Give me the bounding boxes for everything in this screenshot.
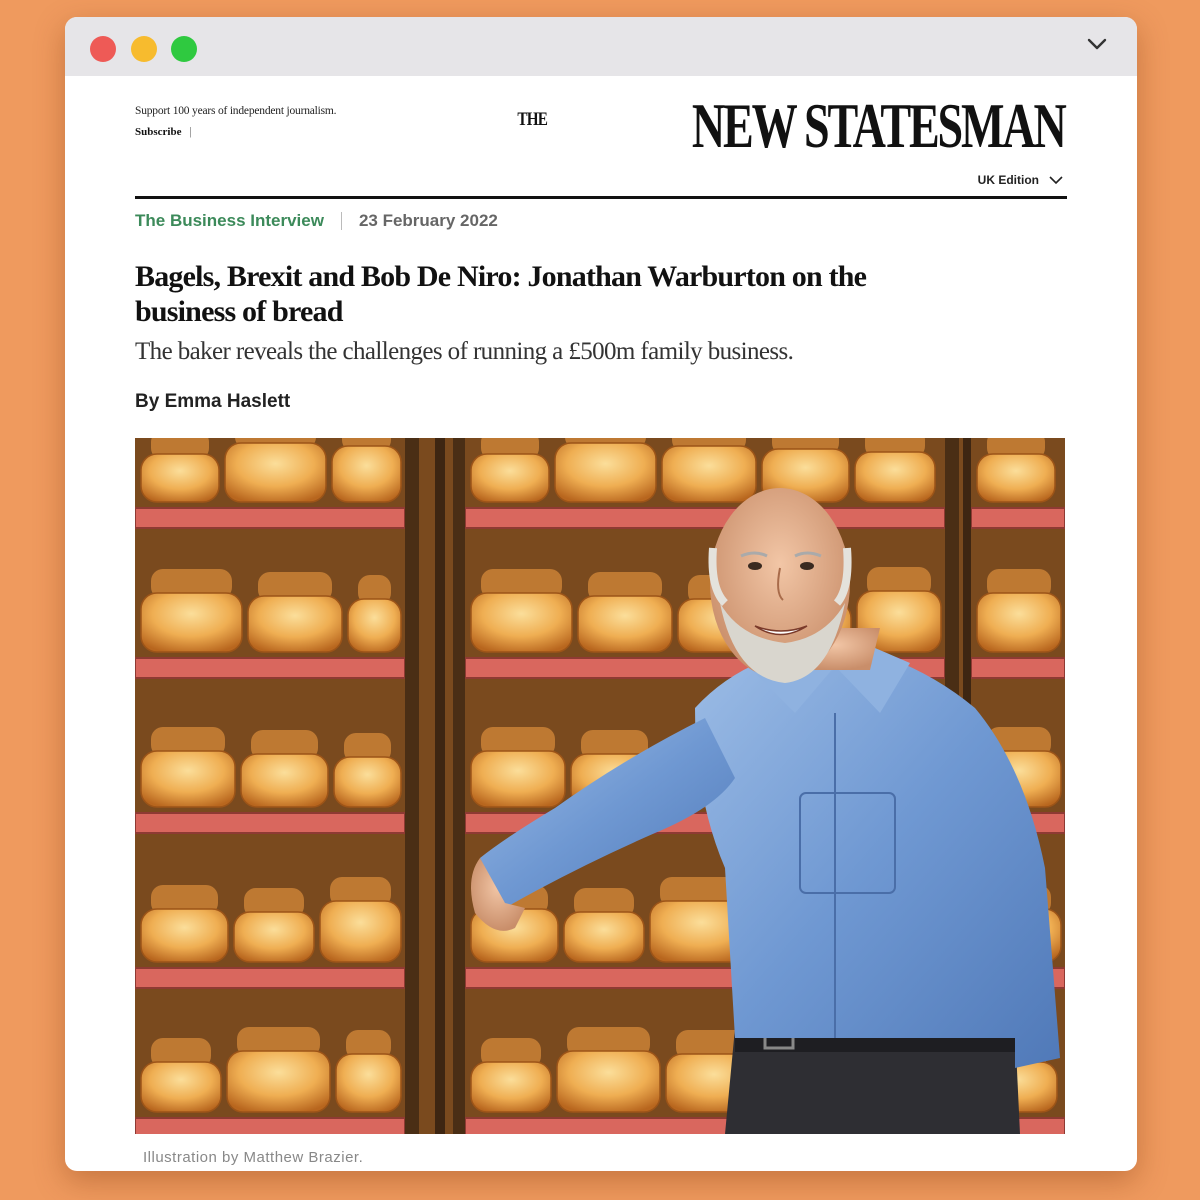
site-logo[interactable]: THE NEW STATESMAN <box>510 90 1067 161</box>
bread-loaf <box>240 753 329 808</box>
bread-loaf <box>976 592 1062 653</box>
bread-shelf <box>135 657 406 679</box>
bread-loaf <box>140 453 220 503</box>
bread-loaf <box>470 750 566 808</box>
edition-selector[interactable]: UK Edition <box>978 173 1063 187</box>
browser-window: Support 100 years of independent journal… <box>65 17 1137 1171</box>
bakery-illustration <box>135 438 1065 1134</box>
chevron-down-icon[interactable] <box>1087 36 1107 52</box>
bread-loaf <box>577 595 673 653</box>
bread-loaf <box>470 592 573 653</box>
category-link[interactable]: The Business Interview <box>135 211 324 231</box>
bread-loaf <box>247 595 343 653</box>
article-date: 23 February 2022 <box>358 211 498 230</box>
bread-loaf <box>224 442 327 503</box>
subscribe-link[interactable]: Subscribe <box>135 126 181 138</box>
meta-separator <box>340 212 342 230</box>
article-byline[interactable]: By Emma Haslett <box>135 391 290 413</box>
minimize-button[interactable] <box>131 36 157 62</box>
edition-label: UK Edition <box>977 173 1039 187</box>
bread-loaf <box>661 445 757 503</box>
bread-loaf <box>226 1050 331 1113</box>
close-button[interactable] <box>90 36 116 62</box>
bread-loaf <box>333 756 402 808</box>
maximize-button[interactable] <box>171 36 197 62</box>
hero-illustration <box>135 438 1065 1134</box>
bread-loaf <box>331 445 402 503</box>
bread-loaf <box>140 750 236 808</box>
article-headline: Bagels, Brexit and Bob De Niro: Jonathan… <box>135 260 867 328</box>
bread-loaf <box>554 442 657 503</box>
bread-loaf <box>854 451 936 503</box>
subscribe-separator: | <box>189 126 192 138</box>
logo-main: NEW STATESMAN <box>692 90 1067 161</box>
bread-shelf <box>135 812 406 834</box>
bread-shelf <box>464 507 946 529</box>
bread-shelf <box>135 1117 406 1134</box>
bread-loaf <box>470 453 550 503</box>
bread-loaf <box>347 598 402 653</box>
bread-loaf <box>319 900 402 963</box>
bread-loaf <box>556 1050 661 1113</box>
bread-shelf <box>135 967 406 989</box>
bread-loaf <box>976 453 1056 503</box>
bread-loaf <box>470 1061 552 1113</box>
article-standfirst: The baker reveals the challenges of runn… <box>135 338 794 365</box>
bread-shelf <box>970 507 1065 529</box>
bread-loaf <box>140 1061 222 1113</box>
bread-loaf <box>233 911 315 963</box>
chevron-down-icon <box>1049 176 1063 185</box>
title-bar <box>65 17 1137 76</box>
header-divider <box>135 196 1067 199</box>
bread-shelf <box>970 657 1065 679</box>
image-caption: Illustration by Matthew Brazier. <box>143 1149 364 1166</box>
bread-loaf <box>563 911 645 963</box>
bread-shelf <box>135 507 406 529</box>
support-text: Support 100 years of independent journal… <box>135 105 337 117</box>
bread-loaf <box>140 908 229 963</box>
bread-loaf <box>335 1053 402 1113</box>
article-meta: The Business Interview 23 February 2022 <box>135 211 498 231</box>
bread-loaf <box>140 592 243 653</box>
logo-the: THE <box>517 109 549 130</box>
